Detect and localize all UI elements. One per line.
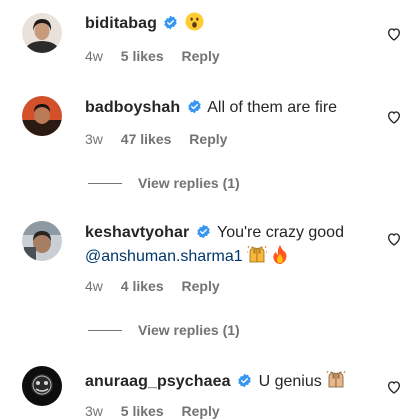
comment-timestamp: 4w xyxy=(85,278,103,294)
astonished-face-icon xyxy=(185,12,204,31)
verified-badge-icon xyxy=(197,224,210,239)
divider-line xyxy=(88,182,122,184)
like-heart-icon[interactable] xyxy=(386,379,402,395)
avatar[interactable] xyxy=(22,366,62,406)
comment-timestamp: 3w xyxy=(85,131,103,147)
comment-username[interactable]: biditabag xyxy=(85,15,157,32)
reply-button[interactable]: Reply xyxy=(182,48,220,64)
like-heart-icon[interactable] xyxy=(386,109,402,125)
reply-button[interactable]: Reply xyxy=(189,131,227,147)
comment-text: U genius xyxy=(258,373,322,390)
raising-hands-icon xyxy=(247,245,268,263)
comment-username[interactable]: badboyshah xyxy=(85,99,180,116)
avatar[interactable] xyxy=(22,96,62,136)
mention-link[interactable]: @anshuman.sharma1 xyxy=(85,248,243,265)
comment-text: All of them are fire xyxy=(207,99,338,116)
fire-icon xyxy=(272,245,287,264)
view-replies-label: View replies (1) xyxy=(138,175,240,191)
comment-likes[interactable]: 5 likes xyxy=(121,48,164,64)
reply-button[interactable]: Reply xyxy=(182,278,220,294)
comment-likes[interactable]: 5 likes xyxy=(121,403,164,419)
like-heart-icon[interactable] xyxy=(386,231,402,247)
view-replies-button[interactable]: View replies (1) xyxy=(88,322,240,338)
comment-timestamp: 3w xyxy=(85,403,103,419)
verified-badge-icon xyxy=(238,373,251,388)
reply-button[interactable]: Reply xyxy=(182,403,220,419)
avatar[interactable] xyxy=(22,13,62,53)
comment-username[interactable]: keshavtyohar xyxy=(85,224,189,241)
comment-likes[interactable]: 4 likes xyxy=(121,278,164,294)
verified-badge-icon xyxy=(187,99,201,114)
comment-username[interactable]: anuraag_psychaea xyxy=(85,373,231,390)
comment-text: You're crazy good xyxy=(216,224,344,241)
verified-badge-icon xyxy=(164,15,178,30)
like-heart-icon[interactable] xyxy=(386,26,402,42)
raising-hands-icon xyxy=(326,370,346,388)
view-replies-button[interactable]: View replies (1) xyxy=(88,175,240,191)
comment-likes[interactable]: 47 likes xyxy=(121,131,172,147)
divider-line xyxy=(88,329,122,331)
comment-timestamp: 4w xyxy=(85,48,103,64)
view-replies-label: View replies (1) xyxy=(138,322,240,338)
avatar[interactable] xyxy=(22,221,62,261)
